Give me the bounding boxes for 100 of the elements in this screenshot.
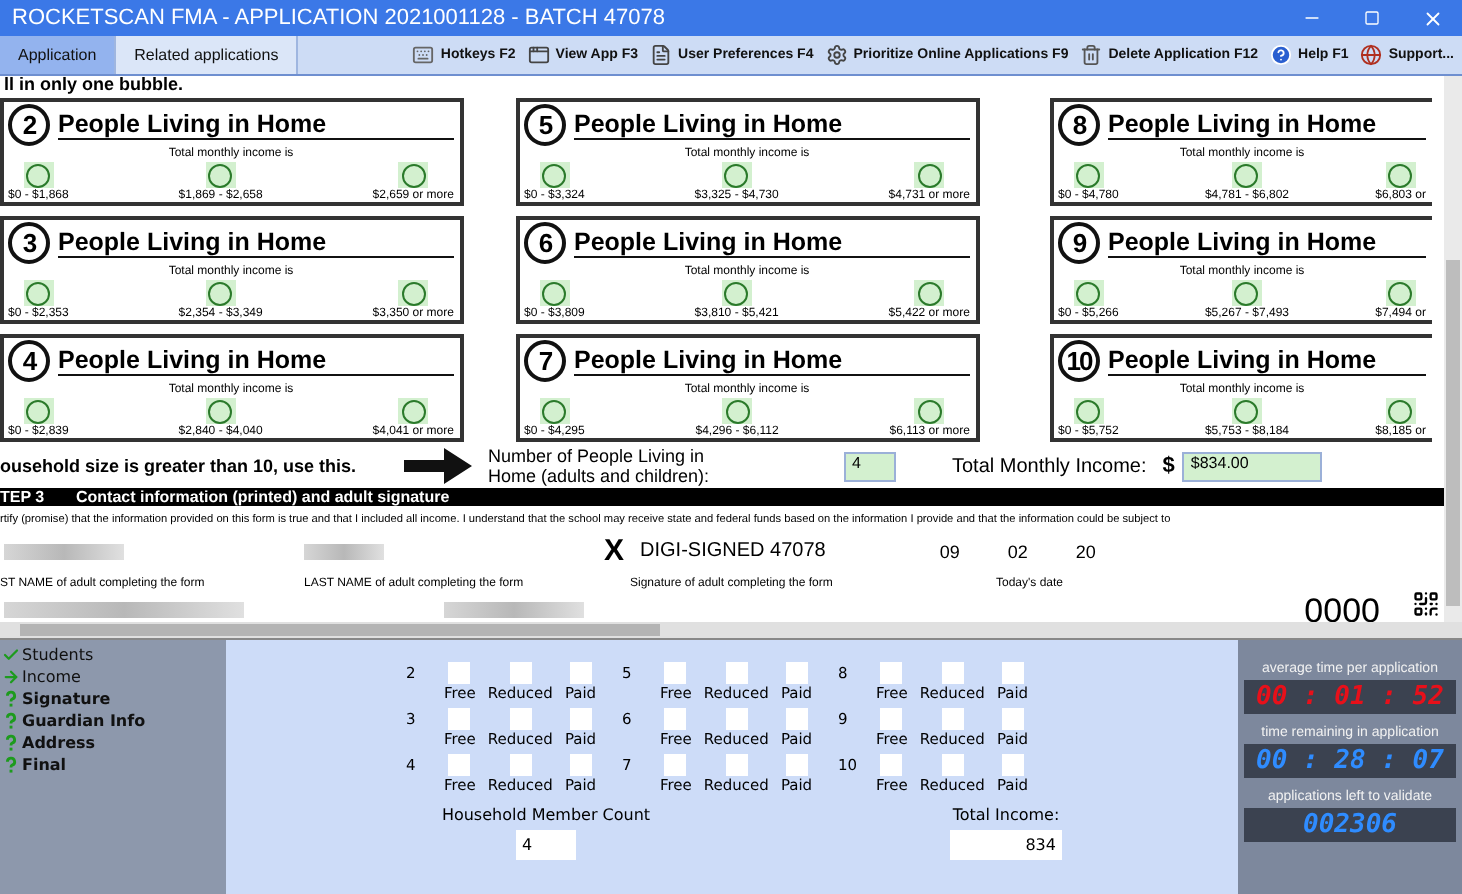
tab[interactable]: Related applications [116,36,299,74]
redacted-text [304,543,384,559]
card-title: People Living in Home [574,346,970,376]
people-field[interactable]: 4 [844,451,896,481]
checkbox[interactable] [941,754,964,776]
card-title: People Living in Home [58,110,454,140]
bubble[interactable] [205,162,236,188]
income-field[interactable]: $834.00 [1182,451,1323,481]
checkbox[interactable] [1001,754,1024,776]
window-icon [527,44,550,66]
checkbox[interactable] [509,754,532,776]
checkbox[interactable] [509,662,532,684]
step-item[interactable]: Address [0,732,226,754]
bubble[interactable] [1385,280,1416,306]
bubble[interactable] [1073,162,1104,188]
checkbox[interactable] [1001,662,1024,684]
date-part: 20 [1075,541,1096,561]
signature-text: DIGI-SIGNED 47078 [640,540,826,562]
question-mark-icon [2,712,20,730]
bubble[interactable] [398,280,429,306]
bubble[interactable] [1073,398,1104,424]
bubble[interactable] [539,398,570,424]
card-title: People Living in Home [1108,228,1426,258]
checkbox[interactable] [941,708,964,730]
check-icon [2,646,20,664]
bubble[interactable] [539,280,570,306]
checkbox[interactable] [448,708,471,730]
step-item[interactable]: Signature [0,688,226,710]
household-size-number: 8 [1058,104,1100,146]
bubble[interactable] [914,280,945,306]
bubble[interactable] [721,280,752,306]
step-item[interactable]: Students [0,644,226,666]
document-icon [650,44,673,66]
bubble[interactable] [398,398,429,424]
bubble[interactable] [23,280,54,306]
checkbox[interactable] [880,708,903,730]
checkbox[interactable] [725,754,748,776]
qr-code-icon [1412,590,1440,618]
form-instruction: ll in only one bubble. [2,76,185,94]
bubble[interactable] [1385,398,1416,424]
checkbox[interactable] [664,708,687,730]
bubble[interactable] [1073,280,1104,306]
step-item[interactable]: Income [0,666,226,688]
checkbox[interactable] [664,754,687,776]
bubble[interactable] [1385,162,1416,188]
checkbox[interactable] [448,662,471,684]
bubble[interactable] [721,162,752,188]
step-title: Contact information (printed) and adult signature [76,488,450,506]
close-icon [1421,7,1443,29]
step-item[interactable]: Guardian Info [0,710,226,732]
step-item[interactable]: Final [0,754,226,776]
led-digits: 00 : 28 : 07 [1256,746,1444,776]
total-income-field[interactable]: 834 [950,830,1062,860]
member-count-field[interactable]: 4 [516,830,576,860]
bubble[interactable] [205,398,236,424]
card-title: People Living in Home [58,346,454,376]
help-icon [1270,44,1293,66]
arrow-icon [2,668,20,686]
checkbox[interactable] [1001,708,1024,730]
checkbox[interactable] [509,708,532,730]
bubble[interactable] [914,162,945,188]
bubble[interactable] [539,162,570,188]
bubble[interactable] [205,280,236,306]
household-size-number: 9 [1058,222,1100,264]
people-label: Number of People Living in Home (adults and children): [488,446,712,486]
checkbox[interactable] [785,708,808,730]
vertical-scrollbar[interactable] [1444,76,1462,622]
household-size-number: 10 [1058,340,1100,382]
checkbox[interactable] [664,662,687,684]
question-mark-icon [2,756,20,774]
bubble[interactable] [1231,162,1262,188]
tab[interactable]: Application [0,36,117,74]
checkbox[interactable] [785,662,808,684]
checkbox[interactable] [725,708,748,730]
card-title: People Living in Home [574,228,970,258]
bubble[interactable] [398,162,429,188]
checkbox[interactable] [880,662,903,684]
checkbox[interactable] [785,754,808,776]
checkbox[interactable] [448,754,471,776]
bubble[interactable] [23,162,54,188]
field-label: Household Member Count [441,806,651,824]
redacted-text [4,543,124,559]
bubble[interactable] [914,398,945,424]
bubble[interactable] [1231,280,1262,306]
globe-icon [1360,44,1383,66]
horizontal-scrollbar[interactable] [0,622,1462,638]
card-title: People Living in Home [1108,346,1426,376]
checkbox[interactable] [941,662,964,684]
step-number: TEP 3 [0,488,47,506]
bubble[interactable] [1231,398,1262,424]
checkbox[interactable] [569,708,592,730]
bubble[interactable] [722,398,753,424]
bubble[interactable] [23,398,54,424]
form-code: 0000 [1304,598,1380,622]
checkbox[interactable] [880,754,903,776]
checkbox[interactable] [569,662,592,684]
trash-icon [1080,44,1103,66]
checkbox[interactable] [569,754,592,776]
card-title: People Living in Home [58,228,454,258]
checkbox[interactable] [725,662,748,684]
